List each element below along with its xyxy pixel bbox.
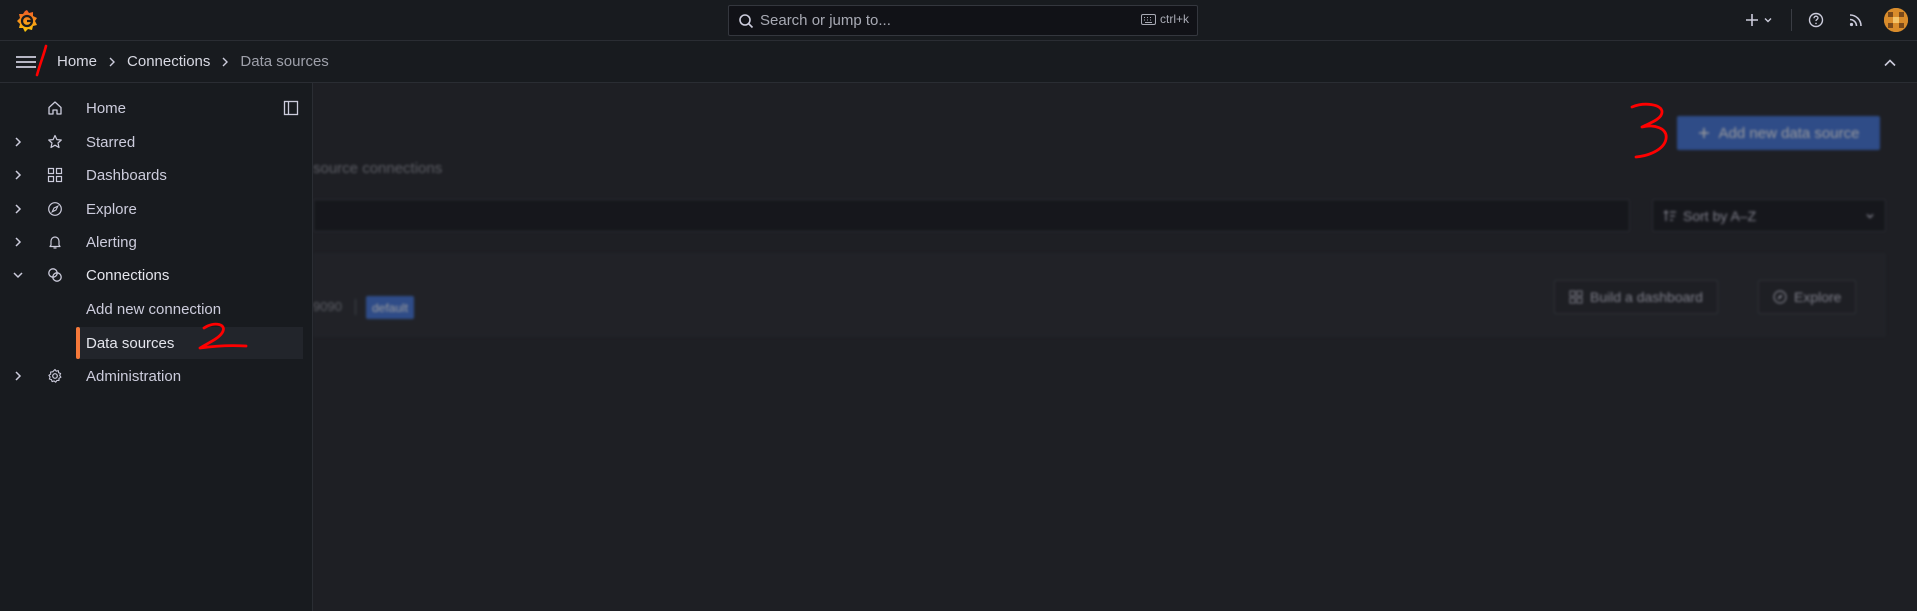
sidebar-item-connections[interactable]: Connections [0, 259, 305, 291]
apps-icon [46, 166, 64, 184]
divider [355, 299, 356, 315]
sort-label: Sort by A–Z [1683, 207, 1757, 224]
sidebar-item-dashboards[interactable]: Dashboards [0, 159, 305, 191]
compass-icon [46, 200, 64, 218]
new-menu-button[interactable] [1742, 9, 1776, 31]
sidebar-item-label: Data sources [86, 334, 175, 352]
chevron-right-icon [109, 57, 116, 66]
bell-icon [46, 233, 64, 251]
sidebar-item-label: Connections [86, 266, 170, 284]
news-button[interactable] [1846, 9, 1866, 31]
data-source-url: 9090 [313, 299, 342, 314]
search-input[interactable]: Search or jump to... ctrl+k [728, 5, 1198, 36]
chevron-down-icon [1764, 18, 1772, 23]
grafana-logo-icon[interactable] [14, 8, 40, 34]
gear-icon [46, 367, 64, 385]
data-source-card[interactable]: 9090 default Build a dashboard Explore [313, 253, 1886, 337]
breadcrumb: Home Connections Data sources [57, 53, 329, 70]
link-icon [46, 266, 64, 284]
menu-toggle-icon[interactable] [14, 52, 38, 72]
keyboard-icon [1140, 13, 1156, 25]
chevron-right-icon[interactable] [12, 136, 24, 148]
avatar-pattern-icon [1884, 8, 1908, 32]
sidebar-item-label: Explore [86, 200, 137, 218]
search-data-sources-input[interactable] [313, 199, 1630, 232]
sidebar-item-label: Home [86, 99, 127, 117]
home-icon [46, 99, 64, 117]
apps-icon [1569, 290, 1583, 304]
build-dashboard-button[interactable]: Build a dashboard [1554, 280, 1718, 314]
sort-select[interactable]: Sort by A–Z [1652, 199, 1886, 232]
sidebar-item-label: Starred [86, 133, 136, 151]
toolbar-divider [1791, 9, 1792, 31]
chevron-right-icon[interactable] [12, 236, 24, 248]
chevron-right-icon[interactable] [12, 169, 24, 181]
chevron-right-icon[interactable] [12, 370, 24, 382]
sidebar-item-home[interactable]: Home [0, 92, 305, 124]
chevron-down-icon[interactable] [12, 269, 24, 281]
explore-button[interactable]: Explore [1758, 280, 1857, 314]
breadcrumb-home[interactable]: Home [57, 53, 97, 70]
sort-icon [1663, 209, 1676, 221]
sidebar-item-starred[interactable]: Starred [0, 126, 305, 158]
sidebar-item-label: Alerting [86, 233, 137, 251]
chevron-up-icon[interactable] [1882, 55, 1898, 71]
main-content-dimmed: source connections Add new data source S… [313, 83, 1917, 611]
sidebar-item-alerting[interactable]: Alerting [0, 226, 305, 258]
search-icon [739, 13, 754, 28]
sidebar-item-add-new-connection[interactable]: Add new connection [0, 293, 305, 325]
top-bar: Search or jump to... ctrl+k [0, 0, 1917, 41]
sidebar-item-label: Dashboards [86, 166, 167, 184]
sidebar-item-explore[interactable]: Explore [0, 193, 305, 225]
explore-label: Explore [1794, 289, 1842, 305]
chevron-right-icon [222, 57, 229, 66]
rss-icon [1849, 14, 1862, 27]
search-placeholder: Search or jump to... [760, 12, 891, 29]
add-new-data-source-button[interactable]: Add new data source [1677, 116, 1880, 150]
add-button-label: Add new data source [1718, 124, 1860, 142]
sidebar-item-label: Administration [86, 367, 182, 385]
chevron-right-icon[interactable] [12, 203, 24, 215]
build-dashboard-label: Build a dashboard [1590, 289, 1703, 305]
breadcrumb-bar: Home Connections Data sources [0, 41, 1917, 83]
active-indicator [76, 327, 80, 359]
chevron-down-icon [1866, 214, 1874, 219]
compass-icon [1773, 290, 1787, 304]
sidebar-item-data-sources[interactable]: Data sources [76, 327, 303, 359]
search-shortcut: ctrl+k [1140, 12, 1189, 26]
mega-menu: Home Starred Dashboards Explore Alerting… [0, 83, 313, 611]
default-badge: default [366, 296, 415, 319]
main-content-area: source connections Add new data source S… [313, 83, 1917, 611]
help-icon [1808, 12, 1824, 28]
avatar[interactable] [1884, 8, 1908, 32]
sidebar-item-label: Add new connection [86, 300, 222, 318]
breadcrumb-connections[interactable]: Connections [127, 53, 210, 70]
page-subtitle: source connections [313, 160, 443, 177]
help-button[interactable] [1806, 9, 1826, 31]
star-icon [46, 133, 64, 151]
plus-icon [1746, 14, 1758, 26]
plus-icon [1698, 128, 1709, 138]
breadcrumb-data-sources: Data sources [240, 53, 329, 70]
sidebar-item-administration[interactable]: Administration [0, 360, 305, 392]
shortcut-label: ctrl+k [1159, 12, 1189, 26]
